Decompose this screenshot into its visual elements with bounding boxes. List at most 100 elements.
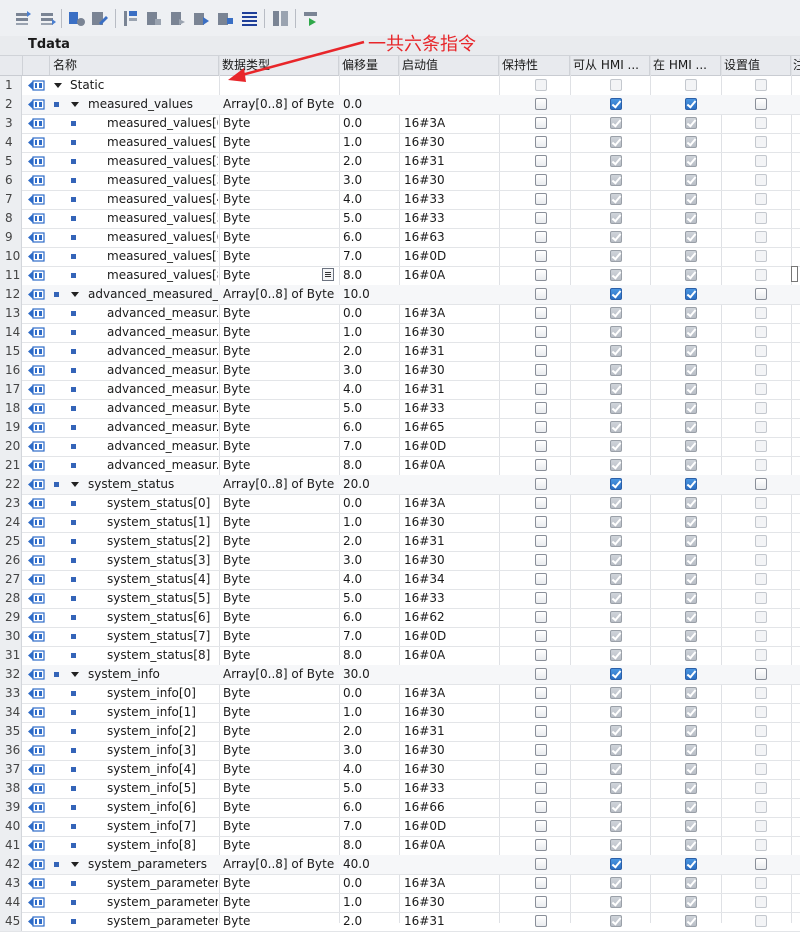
table-row[interactable]: 22 system_status Array[0..8] of Byte 20.0 (0, 475, 800, 495)
start-value[interactable]: 16#3A (404, 304, 498, 323)
retain-checkbox[interactable] (535, 687, 547, 699)
retain-checkbox[interactable] (535, 573, 547, 585)
table-row[interactable]: 15 advanced_measur... Byte 2.0 16#31 (0, 342, 800, 362)
start-value[interactable] (404, 95, 498, 114)
table-row[interactable]: 33 system_info[0] Byte 0.0 16#3A (0, 684, 800, 704)
edit-icon[interactable] (90, 9, 109, 28)
data-type[interactable]: Byte (223, 380, 338, 399)
data-type[interactable]: Byte (223, 437, 338, 456)
row-number[interactable]: 4 (0, 133, 22, 152)
hmi-access-checkbox[interactable] (610, 744, 622, 756)
variable-name[interactable]: system_status (88, 475, 218, 494)
row-number[interactable]: 41 (0, 836, 22, 855)
hmi-access-checkbox[interactable] (610, 326, 622, 338)
row-number[interactable]: 9 (0, 228, 22, 247)
start-value[interactable] (404, 475, 498, 494)
retain-checkbox[interactable] (535, 820, 547, 832)
retain-checkbox[interactable] (535, 250, 547, 262)
setpoint-checkbox[interactable] (755, 231, 767, 243)
table-row[interactable]: 36 system_info[3] Byte 3.0 16#30 (0, 741, 800, 761)
table-row[interactable]: 31 system_status[8] Byte 8.0 16#0A (0, 646, 800, 666)
start-value[interactable]: 16#30 (404, 760, 498, 779)
table-row[interactable]: 12 advanced_measured_... Array[0..8] of By… (0, 285, 800, 305)
row-number[interactable]: 30 (0, 627, 22, 646)
hmi-visible-checkbox[interactable] (685, 440, 697, 452)
row-number[interactable]: 5 (0, 152, 22, 171)
variable-name[interactable]: advanced_measur... (107, 399, 218, 418)
data-type[interactable]: Byte (223, 456, 338, 475)
start-value[interactable]: 16#31 (404, 532, 498, 551)
row-number[interactable]: 44 (0, 893, 22, 912)
hmi-access-checkbox[interactable] (610, 858, 622, 870)
hmi-visible-checkbox[interactable] (685, 668, 697, 680)
table-row[interactable]: 44 system_parameter... Byte 1.0 16#30 (0, 893, 800, 913)
table-row[interactable]: 4 measured_values[1] Byte 1.0 16#30 (0, 133, 800, 153)
row-number[interactable]: 8 (0, 209, 22, 228)
data-type[interactable]: Byte (223, 798, 338, 817)
variable-name[interactable]: system_status[1] (107, 513, 218, 532)
header-hmi-visible[interactable]: 在 HMI ... (650, 56, 721, 75)
data-type[interactable]: Byte (223, 684, 338, 703)
start-value[interactable]: 16#33 (404, 779, 498, 798)
hmi-visible-checkbox[interactable] (685, 231, 697, 243)
hmi-access-checkbox[interactable] (610, 668, 622, 680)
setpoint-checkbox[interactable] (755, 839, 767, 851)
data-type[interactable]: Array[0..8] of Byte (223, 665, 338, 684)
data-type[interactable]: Byte (223, 589, 338, 608)
row-number[interactable]: 7 (0, 190, 22, 209)
hmi-access-checkbox[interactable] (610, 383, 622, 395)
hmi-access-checkbox[interactable] (610, 687, 622, 699)
hmi-visible-checkbox[interactable] (685, 649, 697, 661)
table-row[interactable]: 23 system_status[0] Byte 0.0 16#3A (0, 494, 800, 514)
row-number[interactable]: 45 (0, 912, 22, 931)
start-value[interactable]: 16#0A (404, 266, 498, 285)
header-start-value[interactable]: 启动值 (399, 56, 499, 75)
row-number[interactable]: 22 (0, 475, 22, 494)
start-value[interactable]: 16#63 (404, 228, 498, 247)
variable-name[interactable]: advanced_measur... (107, 456, 218, 475)
retain-checkbox[interactable] (535, 763, 547, 775)
hmi-visible-checkbox[interactable] (685, 98, 697, 110)
hmi-access-checkbox[interactable] (610, 193, 622, 205)
retain-checkbox[interactable] (535, 421, 547, 433)
table-row[interactable]: 18 advanced_measur... Byte 5.0 16#33 (0, 399, 800, 419)
variable-name[interactable]: advanced_measured_... (88, 285, 218, 304)
variable-name[interactable]: advanced_measur... (107, 323, 218, 342)
hmi-visible-checkbox[interactable] (685, 307, 697, 319)
setpoint-checkbox[interactable] (755, 858, 767, 870)
start-value[interactable]: 16#30 (404, 323, 498, 342)
setpoint-checkbox[interactable] (755, 782, 767, 794)
watch-icon[interactable] (302, 9, 321, 28)
variable-name[interactable]: system_parameter... (107, 912, 218, 931)
table-row[interactable]: 21 advanced_measur... Byte 8.0 16#0A (0, 456, 800, 476)
row-number[interactable]: 39 (0, 798, 22, 817)
monitor-icon[interactable] (121, 9, 140, 28)
retain-checkbox[interactable] (535, 535, 547, 547)
setpoint-checkbox[interactable] (755, 630, 767, 642)
start-value[interactable] (404, 76, 498, 95)
setpoint-checkbox[interactable] (755, 421, 767, 433)
start-value[interactable]: 16#34 (404, 570, 498, 589)
retain-checkbox[interactable] (535, 706, 547, 718)
add-row-icon[interactable] (38, 9, 57, 28)
hmi-access-checkbox[interactable] (610, 250, 622, 262)
data-type[interactable]: Byte (223, 874, 338, 893)
row-number[interactable]: 6 (0, 171, 22, 190)
variable-name[interactable]: measured_values[3] (107, 171, 218, 190)
hmi-visible-checkbox[interactable] (685, 478, 697, 490)
setpoint-checkbox[interactable] (755, 497, 767, 509)
hmi-access-checkbox[interactable] (610, 896, 622, 908)
setpoint-checkbox[interactable] (755, 79, 767, 91)
hmi-visible-checkbox[interactable] (685, 345, 697, 357)
row-number[interactable]: 26 (0, 551, 22, 570)
setpoint-checkbox[interactable] (755, 915, 767, 927)
hmi-visible-checkbox[interactable] (685, 212, 697, 224)
retain-checkbox[interactable] (535, 896, 547, 908)
row-number[interactable]: 43 (0, 874, 22, 893)
hmi-visible-checkbox[interactable] (685, 383, 697, 395)
hmi-access-checkbox[interactable] (610, 288, 622, 300)
start-value[interactable]: 16#0A (404, 836, 498, 855)
retain-checkbox[interactable] (535, 839, 547, 851)
variable-name[interactable]: system_info[0] (107, 684, 218, 703)
setpoint-checkbox[interactable] (755, 611, 767, 623)
